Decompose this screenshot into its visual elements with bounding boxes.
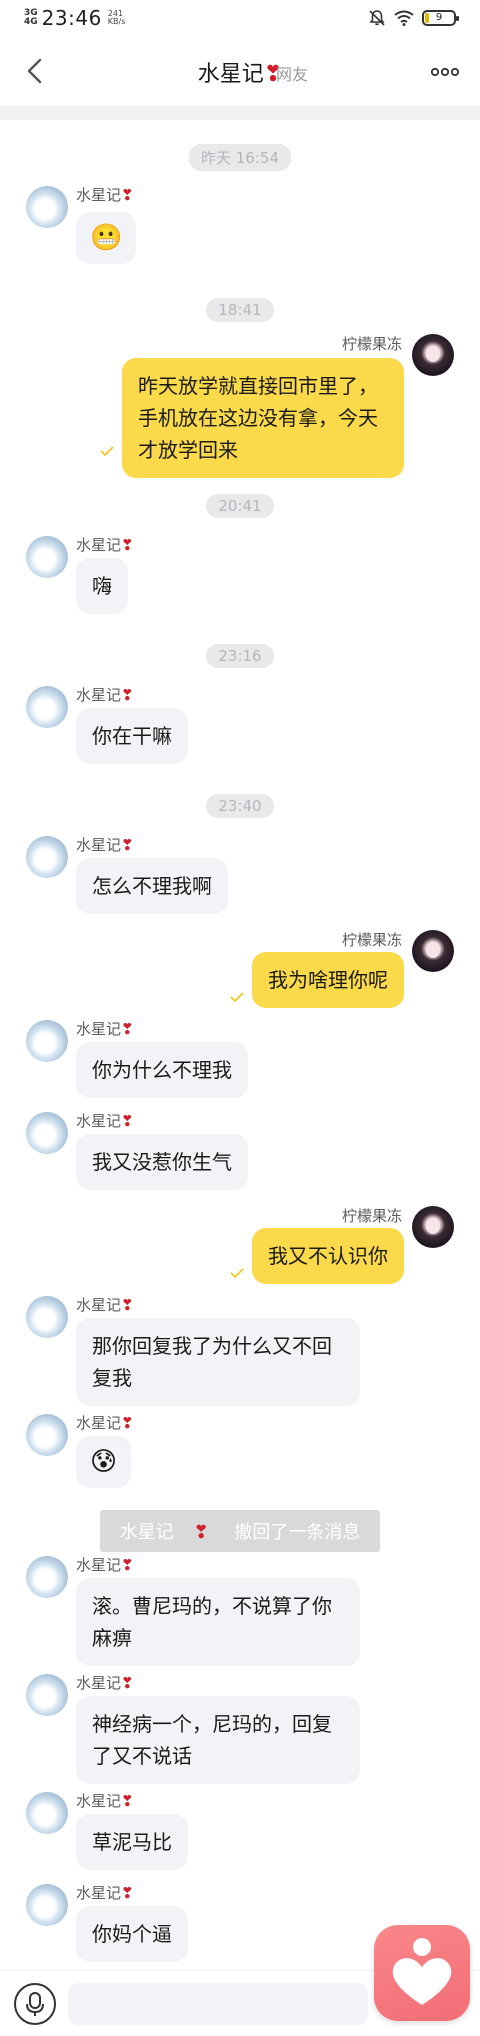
sender-name: 水星记❣ [76, 1884, 134, 1902]
message-bubble-incoming[interactable]: 你妈个逼 [76, 1906, 188, 1962]
heart-icon [392, 1938, 452, 2005]
timestamp: 18:41 [0, 298, 480, 322]
avatar[interactable] [26, 1296, 68, 1338]
sender-name: 水星记❣ [76, 1556, 134, 1574]
avatar[interactable] [26, 186, 68, 228]
sender-name: 水星记❣ [76, 1674, 134, 1692]
network-speed: 241 KB/s [108, 10, 126, 26]
avatar[interactable] [26, 1414, 68, 1456]
avatar[interactable] [412, 1206, 454, 1248]
sender-name: 柠檬果冻 [341, 1207, 402, 1225]
contact-name: 水星记 [197, 62, 264, 87]
header-divider [0, 106, 480, 120]
message-bubble-outgoing[interactable]: 昨天放学就直接回市里了，手机放在这边没有拿，今天才放学回来 [122, 358, 404, 478]
sender-name: 柠檬果冻 [341, 931, 402, 949]
message-bubble-incoming[interactable]: 你在干嘛 [76, 708, 188, 764]
floating-heart-button[interactable] [374, 1925, 470, 2021]
recall-notice: 水星记 ❣ 撤回了一条消息 [0, 1510, 480, 1552]
avatar[interactable] [26, 686, 68, 728]
mute-bell-icon [369, 10, 385, 26]
avatar[interactable] [26, 1556, 68, 1598]
more-dots-icon[interactable] [430, 66, 460, 78]
avatar[interactable] [26, 1792, 68, 1834]
chat-title: 水星记❣ [0, 56, 480, 88]
battery-icon: 9 [422, 10, 459, 26]
sender-name: 水星记❣ [76, 836, 134, 854]
status-bar: 3G 4G 23:46 241 KB/s 9 [0, 0, 480, 36]
avatar[interactable] [412, 334, 454, 376]
message-bubble-incoming[interactable]: 😬 [76, 212, 137, 264]
avatar[interactable] [26, 536, 68, 578]
sender-name: 水星记❣ [76, 536, 134, 554]
message-bubble-incoming[interactable]: 我又没惹你生气 [76, 1134, 248, 1190]
message-bubble-incoming[interactable]: 草泥马比 [76, 1814, 188, 1870]
message-bubble-outgoing[interactable]: 我又不认识你 [252, 1228, 404, 1284]
read-check-icon [100, 446, 114, 456]
message-bubble-incoming[interactable]: 嗨 [76, 558, 128, 614]
network-indicator: 3G 4G [24, 9, 38, 27]
microphone-icon [26, 1992, 44, 2016]
message-bubble-incoming[interactable]: 你为什么不理我 [76, 1042, 248, 1098]
timestamp: 20:41 [0, 494, 480, 518]
timestamp: 23:40 [0, 794, 480, 818]
sender-name: 水星记❣ [76, 686, 134, 704]
status-left: 3G 4G 23:46 241 KB/s [24, 6, 125, 30]
battery-level: 9 [435, 12, 443, 23]
timestamp: 23:16 [0, 644, 480, 668]
avatar[interactable] [26, 1884, 68, 1926]
avatar[interactable] [412, 930, 454, 972]
sender-name: 水星记❣ [76, 1112, 134, 1130]
message-bubble-incoming[interactable]: 怎么不理我啊 [76, 858, 228, 914]
message-bubble-incoming[interactable]: 😰 [76, 1436, 132, 1488]
read-check-icon [230, 1268, 244, 1278]
message-input[interactable] [68, 1983, 368, 2025]
chat-header: 水星记❣ 网友 [0, 36, 480, 106]
status-right: 9 [368, 9, 459, 27]
speed-unit: KB/s [107, 17, 126, 26]
voice-button[interactable] [14, 1983, 56, 2025]
sender-name: 柠檬果冻 [341, 335, 402, 353]
read-check-icon [230, 992, 244, 1002]
message-list[interactable]: 昨天 16:54 水星记❣ 😬 18:41 柠檬果冻 昨天放学就直接回市里了，手… [0, 120, 480, 1970]
sender-name: 水星记❣ [76, 1792, 134, 1810]
message-bubble-incoming[interactable]: 那你回复我了为什么又不回复我 [76, 1318, 360, 1406]
wifi-icon [394, 10, 414, 26]
timestamp: 昨天 16:54 [0, 144, 480, 171]
sender-name: 水星记❣ [76, 1414, 134, 1432]
message-bubble-outgoing[interactable]: 我为啥理你呢 [252, 952, 404, 1008]
message-bubble-incoming[interactable]: 滚。曹尼玛的，不说算了你麻痹 [76, 1578, 360, 1666]
message-bubble-incoming[interactable]: 神经病一个，尼玛的，回复了又不说话 [76, 1696, 360, 1784]
avatar[interactable] [26, 1674, 68, 1716]
status-time: 23:46 [41, 6, 102, 30]
network-label-2: 4G [24, 17, 38, 27]
avatar[interactable] [26, 1020, 68, 1062]
relationship-label: 网友 [276, 65, 309, 84]
avatar[interactable] [26, 1112, 68, 1154]
sender-name: 水星记❣ [76, 186, 134, 204]
sender-name: 水星记❣ [76, 1020, 134, 1038]
avatar[interactable] [26, 836, 68, 878]
sender-name: 水星记❣ [76, 1296, 134, 1314]
